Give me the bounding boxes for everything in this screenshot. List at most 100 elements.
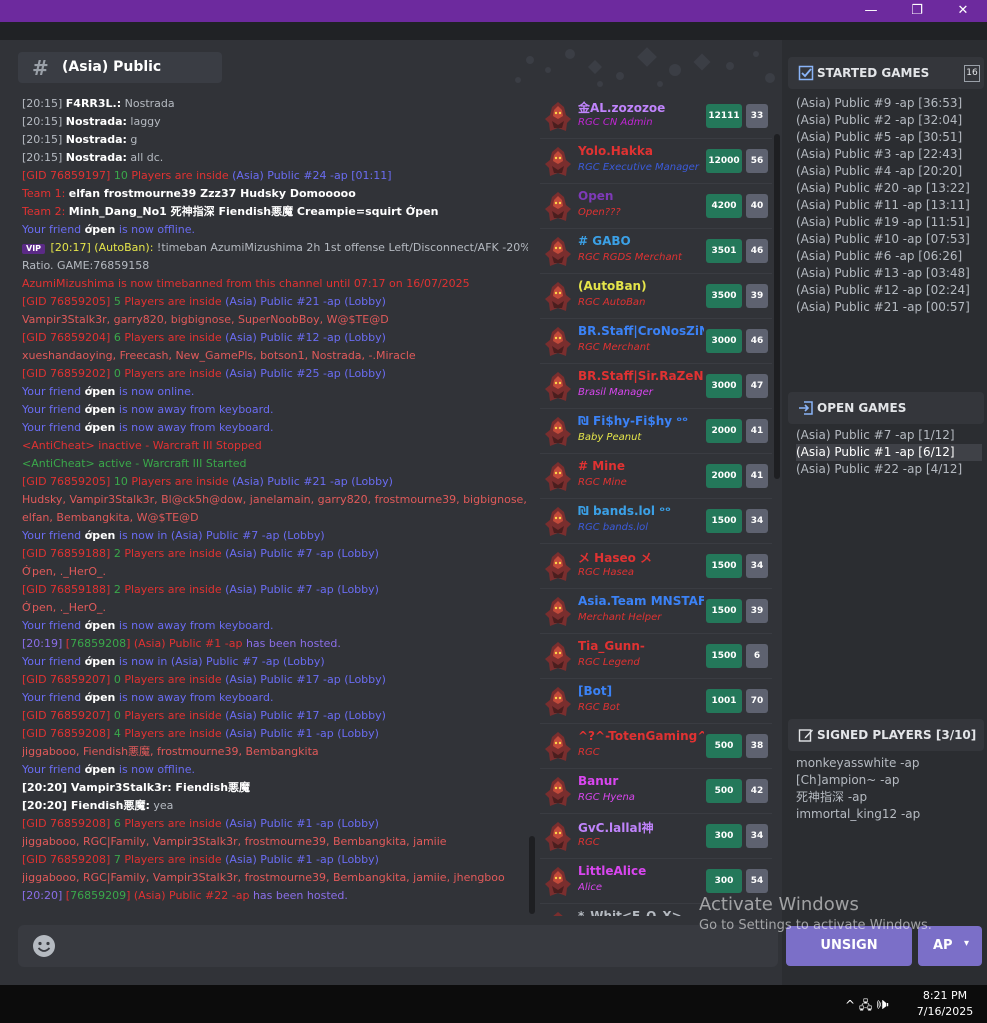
chat-segment: 2	[113, 583, 121, 596]
user-avatar-icon	[544, 641, 572, 673]
chat-message: [GID 76859208] 7 Players are inside (Asi…	[22, 851, 528, 869]
chat-segment: g	[126, 133, 138, 146]
chat-segment: laggy	[126, 115, 161, 128]
top-strip	[0, 22, 987, 40]
started-game-item[interactable]: (Asia) Public #5 -ap [30:51]	[796, 129, 982, 146]
chat-segment: (Asia) Public #1 -ap (Lobby)	[225, 817, 379, 830]
user-row[interactable]: GvC.lallal神 RGC 300 34	[540, 814, 772, 859]
user-name: ₪ Fi$hy-Fi$hy ᵒᵒ	[578, 414, 688, 428]
user-list-scrollbar-thumb[interactable]	[774, 134, 780, 479]
emoji-icon[interactable]	[32, 934, 56, 958]
signed-player-item[interactable]: [Ch]ampion~ -ap	[796, 772, 982, 789]
started-game-item[interactable]: (Asia) Public #4 -ap [20:20]	[796, 163, 982, 180]
user-row[interactable]: メ Haseo メ RGC Hasea 1500 34	[540, 544, 772, 589]
user-row[interactable]: Banur RGC Hyena 500 42	[540, 769, 772, 814]
user-row[interactable]: ₪ bands.lol ᵒᵒ RGC bands.lol 1500 34	[540, 499, 772, 544]
chat-segment: Team 2:	[22, 205, 69, 218]
started-game-item[interactable]: (Asia) Public #10 -ap [07:53]	[796, 231, 982, 248]
chat-segment: (Asia) Public #24 -ap [01:11]	[232, 169, 392, 182]
user-row[interactable]: # GABO RGC RGDS Merchant 3501 46	[540, 229, 772, 274]
chat-segment: [20:15]	[22, 151, 66, 164]
open-game-item[interactable]: (Asia) Public #22 -ap [4/12]	[796, 461, 982, 478]
channel-header[interactable]: # (Asia) Public	[18, 52, 222, 83]
user-score-badge: 500	[706, 779, 742, 803]
user-rank: RGC AutoBan	[578, 297, 646, 308]
signed-player-item[interactable]: immortal_king12 -ap	[796, 806, 982, 823]
chat-scrollbar-thumb[interactable]	[529, 836, 535, 914]
started-game-item[interactable]: (Asia) Public #20 -ap [13:22]	[796, 180, 982, 197]
started-games-count[interactable]: 16	[964, 65, 980, 82]
started-game-item[interactable]: (Asia) Public #9 -ap [36:53]	[796, 95, 982, 112]
open-games-title: OPEN GAMES	[817, 401, 907, 415]
chat-message: elfan, Bembangkita, W@$TE@D	[22, 509, 528, 527]
chat-scrollbar[interactable]	[528, 96, 536, 916]
started-game-item[interactable]: (Asia) Public #12 -ap [02:24]	[796, 282, 982, 299]
user-row[interactable]: # Mine RGC Mine 2000 41	[540, 454, 772, 499]
user-row[interactable]: Tia_Gunn- RGC Legend 1500 6	[540, 634, 772, 679]
activation-watermark: Activate Windows Go to Settings to activ…	[699, 894, 979, 936]
chat-segment: is now away from keyboard.	[115, 421, 274, 434]
user-list[interactable]: 金AL.zozozoe RGC CN Admin 12111 33 Yolo.Hakka…	[540, 94, 772, 916]
user-rank: RGC Hyena	[578, 792, 635, 803]
chat-message: [20:15] Nostrada: laggy	[22, 113, 528, 131]
user-row[interactable]: 金AL.zozozoe RGC CN Admin 12111 33	[540, 94, 772, 139]
started-game-item[interactable]: (Asia) Public #2 -ap [32:04]	[796, 112, 982, 129]
user-list-scrollbar[interactable]	[773, 134, 781, 484]
started-game-item[interactable]: (Asia) Public #6 -ap [06:26]	[796, 248, 982, 265]
chat-segment: is now away from keyboard.	[115, 403, 274, 416]
maximize-button[interactable]: ❐	[894, 0, 940, 22]
signed-player-item[interactable]: 死神指深 -ap	[796, 789, 982, 806]
chat-segment: ớpen	[84, 691, 116, 704]
chat-segment: ]	[106, 295, 114, 308]
chat-segment: has been hosted.	[249, 889, 348, 902]
user-avatar-icon	[544, 101, 572, 133]
started-game-item[interactable]: (Asia) Public #13 -ap [03:48]	[796, 265, 982, 282]
chat-segment: Players are inside	[127, 475, 233, 488]
started-game-item[interactable]: (Asia) Public #11 -ap [13:11]	[796, 197, 982, 214]
chat-segment: ]	[106, 169, 114, 182]
minimize-button[interactable]: —	[848, 0, 894, 22]
open-games-header: OPEN GAMES	[788, 392, 984, 424]
open-game-item[interactable]: (Asia) Public #1 -ap [6/12]	[796, 444, 982, 461]
chat-segment: Your friend	[22, 385, 85, 398]
chat-segment: [20:15]	[22, 115, 66, 128]
system-tray-icons[interactable]: ^ 🖧 🕪	[845, 996, 889, 1017]
user-row[interactable]: ₪ Fi$hy-Fi$hy ᵒᵒ Baby Peanut 2000 41	[540, 409, 772, 454]
user-avatar-icon	[544, 866, 572, 898]
chat-segment: 76859209	[70, 889, 127, 902]
user-level-badge: 6	[746, 644, 768, 668]
user-row[interactable]: BR.Staff|CroNosZiN RGC Merchant 3000 46	[540, 319, 772, 364]
open-game-item[interactable]: (Asia) Public #7 -ap [1/12]	[796, 427, 982, 444]
user-row[interactable]: (AutoBan) RGC AutoBan 3500 39	[540, 274, 772, 319]
user-row[interactable]: Asia.Team MNSTAFF Merchant Helper 1500 39	[540, 589, 772, 634]
chat-segment: is now in (Asia) Public #7 -ap (Lobby)	[115, 655, 325, 668]
chat-segment: Ớpen, ._HerO_.	[22, 601, 106, 614]
chat-segment: ớpen	[84, 655, 116, 668]
started-game-item[interactable]: (Asia) Public #21 -ap [00:57]	[796, 299, 982, 316]
user-row[interactable]: ^?^-TotenGaming^^ RGC 500 38	[540, 724, 772, 769]
chat-segment: GID 76859208	[26, 817, 107, 830]
chat-segment: ớpen	[84, 763, 116, 776]
user-row[interactable]: BR.Staff|Sir.RaZeN Brasil Manager 3000 47	[540, 364, 772, 409]
user-row[interactable]: Yolo.Hakka RGC Executive Manager 12000 56	[540, 139, 772, 184]
chat-segment: GID 76859208	[26, 853, 107, 866]
user-level-badge: 38	[746, 734, 768, 758]
message-input[interactable]	[68, 931, 758, 961]
chat-segment: has been hosted.	[242, 637, 341, 650]
chat-segment: jiggabooo, Fiendish悪魔, frostmourne39, Be…	[22, 745, 319, 758]
taskbar-clock[interactable]: 8:21 PM 7/16/2025	[905, 988, 985, 1020]
chat-segment: 0	[113, 709, 121, 722]
user-avatar-icon	[544, 551, 572, 583]
user-rank: RGC	[578, 747, 600, 758]
started-game-item[interactable]: (Asia) Public #19 -ap [11:51]	[796, 214, 982, 231]
chat-segment: 7	[113, 853, 121, 866]
chat-log[interactable]: [20:15] F4RR3L.: Nostrada [20:15] Nostrad…	[22, 95, 528, 915]
user-row[interactable]: [Bot] RGC Bot 1001 70	[540, 679, 772, 724]
chat-segment: Players are inside	[127, 169, 233, 182]
user-row[interactable]: Open Open??? 4200 40	[540, 184, 772, 229]
signed-player-item[interactable]: monkeyasswhite -ap	[796, 755, 982, 772]
close-button[interactable]: ✕	[940, 0, 986, 22]
started-game-item[interactable]: (Asia) Public #3 -ap [22:43]	[796, 146, 982, 163]
chat-segment: Players are inside	[120, 547, 226, 560]
chat-segment: ]	[106, 331, 114, 344]
